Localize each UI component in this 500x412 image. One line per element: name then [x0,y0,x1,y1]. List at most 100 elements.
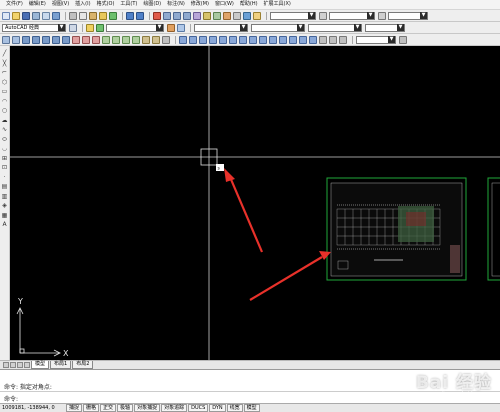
temporary-tracking-icon[interactable] [2,35,10,44]
chevron-down-icon[interactable]: ▼ [420,12,427,19]
snap-endpoint-icon[interactable] [22,35,30,44]
menu-insert[interactable]: 插入(I) [72,0,93,9]
ortho-toggle[interactable]: 正交 [100,404,117,412]
ellipse-arc-icon[interactable]: ◡ [1,145,8,152]
chevron-down-icon[interactable]: ▼ [308,12,315,19]
next-tab-icon[interactable] [17,362,23,368]
layer-previous-icon[interactable] [177,23,185,32]
table-icon[interactable]: ▦ [1,212,8,219]
make-block-icon[interactable]: ⊡ [1,164,8,171]
layer-on-icon[interactable] [96,23,104,32]
dim-style-control-select[interactable]: ▼ [356,35,396,44]
make-current-layer-icon[interactable] [167,23,175,32]
quick-leader-icon[interactable] [289,35,297,44]
dim-angular-icon[interactable] [249,35,257,44]
snap-quadrant-icon[interactable] [82,35,90,44]
snap-node-icon[interactable] [132,35,140,44]
menu-window[interactable]: 窗口(W) [212,0,237,9]
ellipse-icon[interactable]: ⬭ [1,136,8,143]
arc-icon[interactable]: ◠ [1,98,8,105]
snap-insert-icon[interactable] [122,35,130,44]
chevron-down-icon[interactable]: ▼ [367,12,374,19]
gradient-icon[interactable]: ▥ [1,193,8,200]
dim-arc-length-icon[interactable] [199,35,207,44]
plot-style-select[interactable]: ▼ [365,23,405,32]
polar-toggle[interactable]: 极轴 [117,404,134,412]
tab-layout1[interactable]: 布局1 [50,361,72,369]
dim-continue-icon[interactable] [279,35,287,44]
snap-perpendicular-icon[interactable] [102,35,110,44]
paste-icon[interactable] [89,11,97,20]
menu-express-tools[interactable]: 扩展工具(X) [261,0,294,9]
table-style-select[interactable]: ▼ [388,11,428,20]
point-icon[interactable]: · [1,174,8,181]
last-tab-icon[interactable] [24,362,30,368]
tolerance-icon[interactable] [299,35,307,44]
menu-file[interactable]: 文件(F) [3,0,26,9]
menu-help[interactable]: 帮助(H) [237,0,261,9]
ducs-toggle[interactable]: DUCS [188,404,209,412]
tab-model[interactable]: 模型 [31,361,50,369]
dimension-style-select[interactable]: ▼ [329,11,375,20]
workspace-select[interactable]: AutoCAD 经典 ▼ [2,23,66,32]
undo-icon[interactable] [126,11,134,20]
model-space-toggle[interactable]: 模型 [243,404,260,412]
line-icon[interactable]: ╱ [1,50,8,57]
multiline-text-icon[interactable]: A [1,221,8,228]
lineweight-control-select[interactable]: ▼ [308,23,362,32]
snap-parallel-icon[interactable] [112,35,120,44]
workspace-settings-icon[interactable] [69,23,77,32]
center-mark-icon[interactable] [309,35,317,44]
circle-icon[interactable]: ○ [1,107,8,114]
first-tab-icon[interactable] [3,362,9,368]
snap-extension-icon[interactable] [62,35,70,44]
otrack-toggle[interactable]: 对象追踪 [161,404,188,412]
chevron-down-icon[interactable]: ▼ [58,24,65,31]
plot-preview-icon[interactable] [42,11,50,20]
menu-edit[interactable]: 编辑(E) [26,0,49,9]
chevron-down-icon[interactable]: ▼ [354,24,361,31]
color-control-select[interactable]: ▼ [194,23,248,32]
linetype-control-select[interactable]: ▼ [251,23,305,32]
dim-baseline-icon[interactable] [269,35,277,44]
previous-tab-icon[interactable] [10,362,16,368]
dim-jogged-icon[interactable] [229,35,237,44]
dim-linear-icon[interactable] [179,35,187,44]
print-icon[interactable] [32,11,40,20]
block-editor-icon[interactable] [109,11,117,20]
insert-block-icon[interactable]: ⊞ [1,155,8,162]
design-center-icon[interactable] [203,11,211,20]
sheet-set-icon[interactable] [223,11,231,20]
layer-properties-icon[interactable] [86,23,94,32]
dim-radius-icon[interactable] [219,35,227,44]
menu-modify[interactable]: 修改(M) [188,0,212,9]
drawing-sheet-partial[interactable] [487,177,500,281]
polygon-icon[interactable]: ⬡ [1,79,8,86]
menu-format[interactable]: 格式(O) [94,0,118,9]
dimension-style-icon[interactable] [378,11,386,20]
snap-apparent-icon[interactable] [52,35,60,44]
snap-intersection-icon[interactable] [42,35,50,44]
spline-icon[interactable]: ∿ [1,126,8,133]
region-icon[interactable]: ◈ [1,202,8,209]
dim-style-icon[interactable] [399,35,407,44]
tool-palettes-icon[interactable] [213,11,221,20]
chevron-down-icon[interactable]: ▼ [156,24,163,31]
dim-edit-icon[interactable] [319,35,327,44]
revision-cloud-icon[interactable]: ☁ [1,117,8,124]
properties-icon[interactable] [193,11,201,20]
construction-line-icon[interactable]: ╳ [1,60,8,67]
layer-select[interactable]: ▼ [106,23,164,32]
new-icon[interactable] [2,11,10,20]
polyline-icon[interactable]: ⌐ [1,69,8,76]
snap-none-icon[interactable] [152,35,160,44]
snap-tangent-icon[interactable] [92,35,100,44]
zoom-realtime-icon[interactable] [163,11,171,20]
drawing-canvas[interactable]: s Y X [10,46,500,360]
dim-diameter-icon[interactable] [239,35,247,44]
text-style-select[interactable]: ▼ [270,11,316,20]
tab-layout2[interactable]: 布局2 [72,361,94,369]
snap-toggle[interactable]: 捕捉 [66,404,83,412]
chevron-down-icon[interactable]: ▼ [240,24,247,31]
zoom-window-icon[interactable] [173,11,181,20]
